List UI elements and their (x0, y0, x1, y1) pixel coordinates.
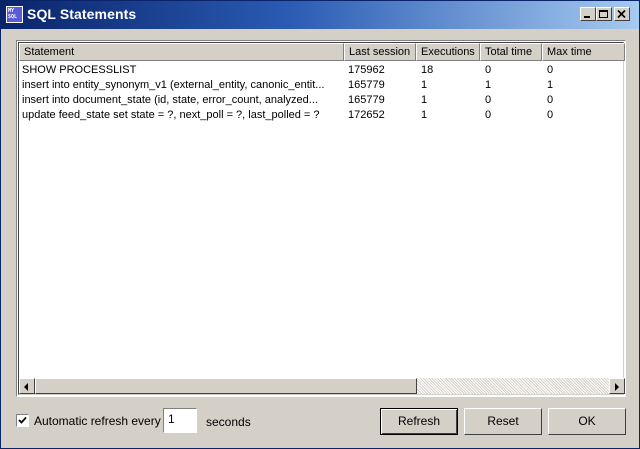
cell-last-session: 172652 (348, 109, 385, 121)
refresh-interval-input[interactable]: 1 (163, 408, 197, 433)
reset-button[interactable]: Reset (464, 408, 542, 435)
column-header-executions[interactable]: Executions (416, 43, 480, 61)
seconds-label: seconds (206, 415, 251, 429)
maximize-icon (599, 10, 608, 18)
window-title: SQL Statements (27, 6, 137, 22)
refresh-button[interactable]: Refresh (380, 408, 458, 435)
maximize-button[interactable] (596, 7, 612, 21)
cell-executions: 1 (421, 109, 428, 121)
cell-max-time: 1 (547, 79, 554, 91)
column-header-last-session[interactable]: Last session (344, 43, 416, 61)
scrollbar-thumb[interactable] (35, 378, 417, 394)
cell-max-time: 0 (547, 94, 554, 106)
mysql-app-icon: MY SQL (6, 6, 23, 23)
app-icon-text: MY SQL (8, 8, 18, 20)
scrollbar-track[interactable] (417, 378, 609, 394)
table-row[interactable]: update feed_state set state = ?, next_po… (19, 108, 625, 123)
cell-executions: 1 (421, 79, 428, 91)
table-row[interactable]: SHOW PROCESSLIST 175962 18 0 0 (19, 63, 625, 78)
cell-executions: 18 (421, 64, 434, 76)
column-header-statement[interactable]: Statement (19, 43, 344, 61)
cell-executions: 1 (421, 94, 428, 106)
horizontal-scrollbar[interactable] (19, 378, 625, 394)
minimize-icon (584, 16, 590, 18)
scroll-left-button[interactable] (19, 378, 35, 394)
arrow-left-icon (24, 383, 28, 391)
cell-statement: update feed_state set state = ?, next_po… (22, 109, 320, 121)
cell-total-time: 0 (485, 64, 492, 76)
cell-statement: insert into document_state (id, state, e… (22, 94, 318, 106)
cell-statement: SHOW PROCESSLIST (22, 64, 137, 76)
arrow-right-icon (615, 383, 619, 391)
table-row[interactable]: insert into entity_synonym_v1 (external_… (19, 78, 625, 93)
auto-refresh-label[interactable]: Automatic refresh every (34, 414, 161, 428)
cell-max-time: 0 (547, 109, 554, 121)
minimize-button[interactable] (580, 7, 596, 21)
close-button[interactable] (614, 7, 630, 21)
list-header: Statement Last session Executions Total … (19, 43, 625, 61)
cell-total-time: 1 (485, 79, 492, 91)
scroll-right-button[interactable] (609, 378, 625, 394)
title-bar[interactable]: MY SQL SQL Statements (1, 1, 639, 29)
sql-statements-window: MY SQL SQL Statements Statement Last ses… (0, 0, 640, 449)
close-icon (617, 10, 626, 19)
cell-last-session: 165779 (348, 79, 385, 91)
statements-list[interactable]: Statement Last session Executions Total … (16, 40, 626, 397)
checkmark-icon (18, 416, 27, 424)
cell-total-time: 0 (485, 94, 492, 106)
cell-max-time: 0 (547, 64, 554, 76)
cell-last-session: 175962 (348, 64, 385, 76)
column-header-max-time[interactable]: Max time (542, 43, 625, 61)
cell-last-session: 165779 (348, 94, 385, 106)
cell-total-time: 0 (485, 109, 492, 121)
table-row[interactable]: insert into document_state (id, state, e… (19, 93, 625, 108)
auto-refresh-checkbox[interactable] (16, 414, 29, 427)
ok-button[interactable]: OK (548, 408, 626, 435)
cell-statement: insert into entity_synonym_v1 (external_… (22, 79, 325, 91)
column-header-total-time[interactable]: Total time (480, 43, 542, 61)
